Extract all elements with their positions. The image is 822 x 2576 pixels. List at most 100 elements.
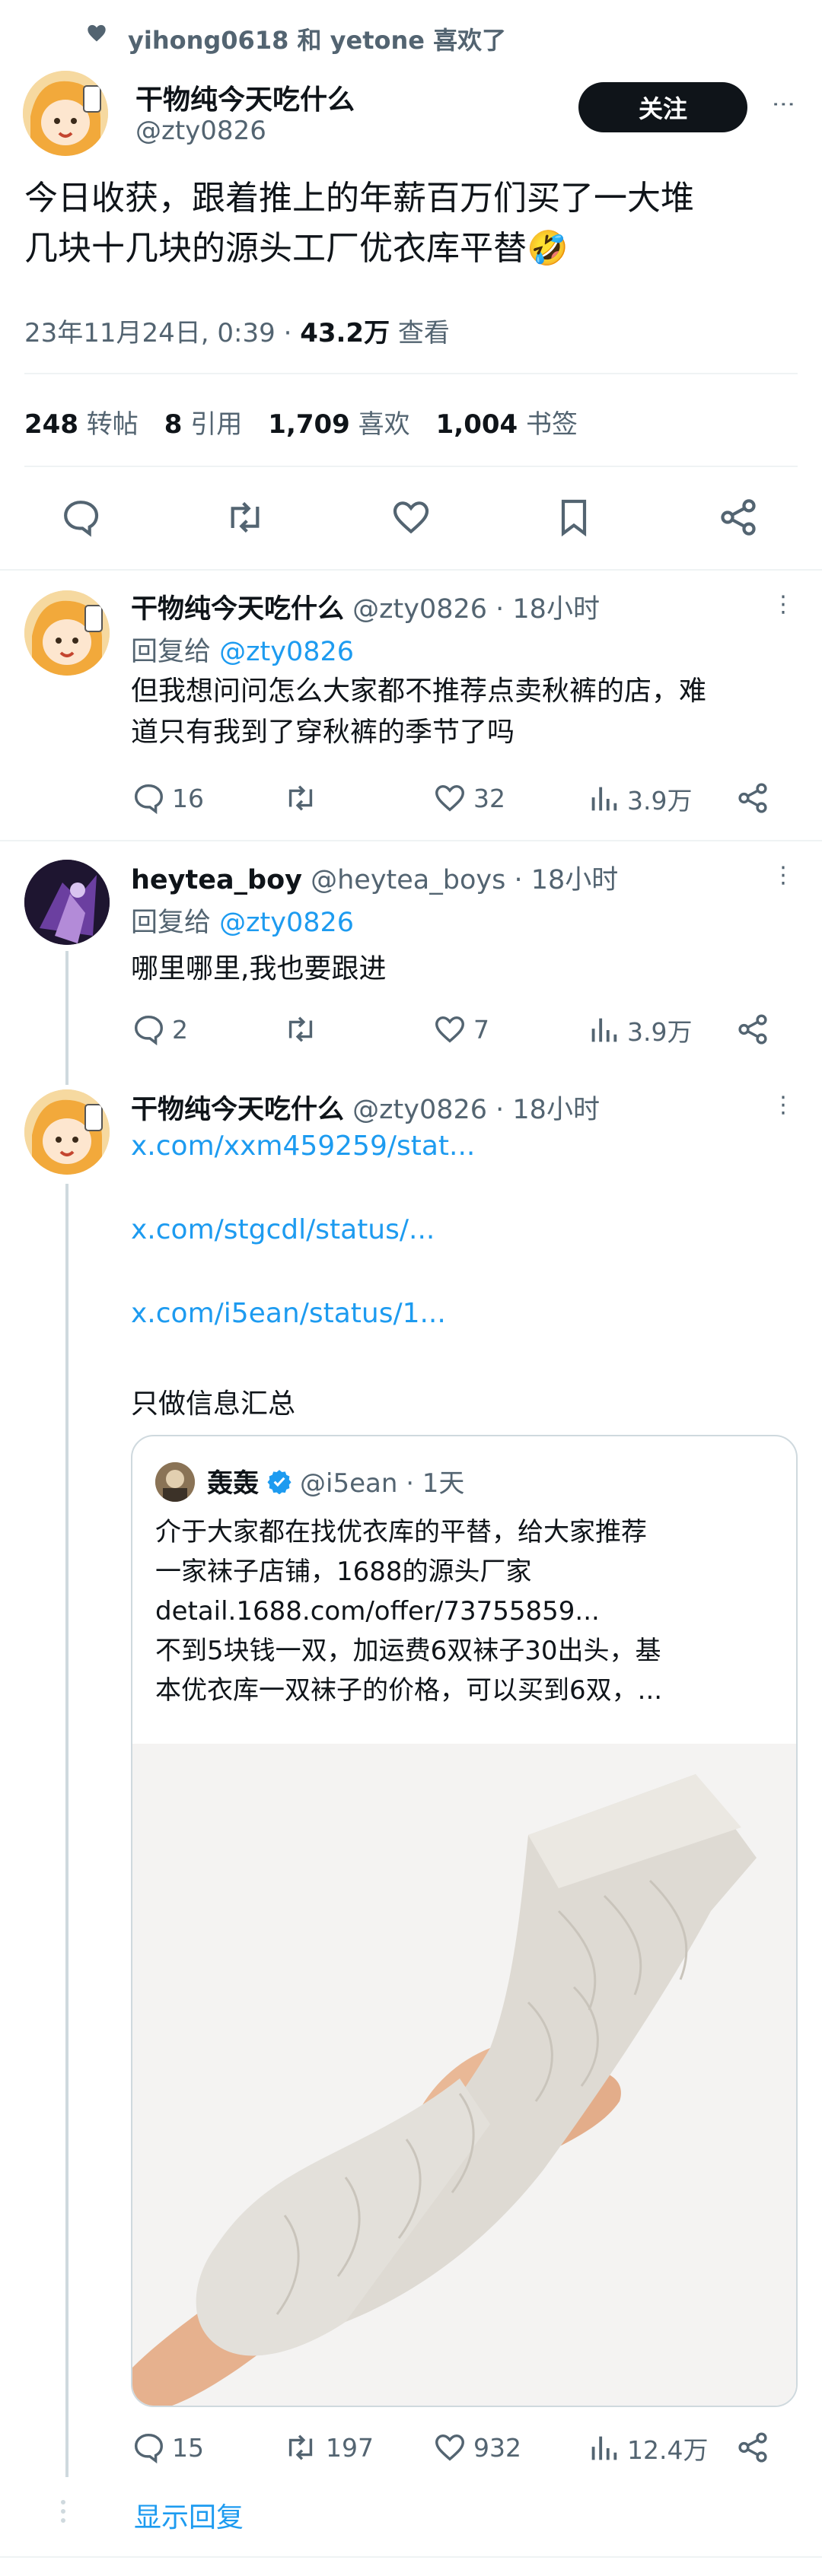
thread-dots [61, 2500, 65, 2523]
views-action[interactable]: 3.9万 [586, 1012, 692, 1048]
tweet-text-line: 今日收获，跟着推上的年薪百万们买了一大堆 [24, 179, 694, 218]
share-icon[interactable] [735, 781, 770, 816]
retweet-icon [288, 785, 313, 811]
bookmark-stat[interactable]: 1,004 书签 [436, 403, 578, 440]
share-icon[interactable] [735, 2430, 770, 2465]
quote-text-line: 介于大家都在找优衣库的平替，给大家推荐 [155, 1517, 647, 1547]
author-handle[interactable]: @zty0826 [135, 116, 266, 146]
verified-badge-icon [267, 1469, 292, 1494]
bookmark-stat-label: 书签 [526, 409, 578, 440]
thread-line [65, 951, 68, 1085]
quote-author-handle: @i5ean · 1天 [300, 1468, 465, 1499]
more-options-icon[interactable]: ⋮ [772, 593, 795, 616]
reply-author-handle[interactable]: @zty0826 · 18小时 [352, 594, 600, 625]
reply-author-name[interactable]: 干物纯今天吃什么 [131, 1095, 344, 1125]
more-options-icon[interactable]: ⋮ [772, 1094, 795, 1117]
quote-text-line: 不到5块钱一双，加运费6双袜子30出头，基 [155, 1636, 661, 1666]
avatar[interactable] [24, 1089, 110, 1175]
reply-to-link[interactable]: @zty0826 [219, 637, 354, 667]
retweet-icon [288, 1016, 313, 1042]
share-icon[interactable] [717, 496, 760, 539]
reply-count: 16 [172, 783, 204, 813]
like-icon [435, 784, 464, 812]
bookmark-icon[interactable] [553, 496, 595, 539]
tweet-date[interactable]: 23年11月24日, 0:39 · [24, 318, 300, 348]
like-icon [435, 2434, 464, 2461]
avatar-image [24, 860, 110, 945]
like-stat-label: 喜欢 [358, 409, 410, 440]
like-icon [435, 1016, 464, 1043]
retweet-icon[interactable] [222, 496, 268, 539]
social-context-text: yihong0618 和 yetone 喜欢了 [128, 26, 507, 55]
sock-photo[interactable] [132, 1744, 798, 2407]
reply-author-name[interactable]: heytea_boy [131, 865, 302, 895]
retweet-stat-num: 248 [24, 409, 78, 440]
avatar-image [155, 1462, 195, 1502]
tweet-text: 今日收获，跟着推上的年薪百万们买了一大堆 几块十几块的源头工厂优衣库平替🤣 [24, 173, 694, 274]
like-count: 32 [473, 783, 505, 813]
more-options-icon[interactable]: ⋮ [772, 864, 795, 887]
retweet-action[interactable]: 197 [282, 2430, 374, 2465]
reply-to-prefix: 回复给 [131, 637, 220, 667]
reply-text: 但我想问问怎么大家都不推荐点卖秋裤的店，难 道只有我到了穿秋裤的季节了吗 [131, 671, 706, 753]
views-action[interactable]: 3.9万 [586, 781, 692, 817]
reply-action[interactable]: 2 [131, 1012, 188, 1047]
quote-avatar[interactable] [155, 1462, 195, 1502]
retweet-count: 197 [326, 2432, 374, 2463]
quote-text: 介于大家都在找优衣库的平替，给大家推荐 一家袜子店铺，1688的源头厂家 det… [155, 1512, 787, 1710]
reply-icon [134, 784, 163, 815]
heart-icon [88, 24, 106, 42]
author-name[interactable]: 干物纯今天吃什么 [135, 78, 355, 117]
like-action[interactable]: 7 [432, 1012, 489, 1047]
reply-to-link[interactable]: @zty0826 [219, 908, 354, 938]
reply-icon [134, 1015, 163, 1046]
avatar[interactable] [23, 71, 108, 156]
social-context: yihong0618 和 yetone 喜欢了 [85, 21, 506, 56]
reply-action[interactable]: 16 [131, 781, 204, 816]
reply-header: heytea_boy @heytea_boys · 18小时 [131, 858, 618, 897]
retweet-stat[interactable]: 248 转帖 [24, 403, 139, 440]
quote-author-name: 轰轰 [207, 1468, 259, 1499]
reply-count: 15 [172, 2432, 204, 2463]
like-stat-num: 1,709 [268, 409, 350, 440]
share-icon[interactable] [735, 1012, 770, 1047]
reply-author-handle[interactable]: @zty0826 · 18小时 [352, 1095, 600, 1125]
reply-author-name[interactable]: 干物纯今天吃什么 [131, 594, 344, 625]
avatar-image [24, 1089, 110, 1175]
reply-header: 干物纯今天吃什么 @zty0826 · 18小时 [131, 587, 600, 626]
reply-icon[interactable] [59, 496, 102, 539]
quote-tweet-card[interactable]: 轰轰 @i5ean · 1天 介于大家都在找优衣库的平替，给大家推荐 一家袜子店… [131, 1435, 798, 2407]
like-action[interactable]: 932 [432, 2430, 521, 2465]
reply-to-prefix: 回复给 [131, 908, 220, 938]
follow-button[interactable]: 关注 [578, 82, 747, 132]
quote-header: 轰轰 @i5ean · 1天 [207, 1462, 464, 1499]
avatar[interactable] [24, 590, 110, 676]
views-action[interactable]: 12.4万 [586, 2430, 708, 2466]
reply-action[interactable]: 15 [131, 2430, 204, 2465]
like-action[interactable]: 32 [432, 781, 505, 816]
view-label: 查看 [390, 318, 450, 348]
more-options-icon[interactable]: ⋮ [770, 93, 797, 116]
tweet-link[interactable]: x.com/i5ean/status/1... [131, 1298, 446, 1329]
retweet-action[interactable] [282, 1012, 326, 1047]
reply-author-handle[interactable]: @heytea_boys · 18小时 [311, 865, 618, 895]
retweet-stat-label: 转帖 [86, 409, 139, 440]
tweet-link[interactable]: x.com/stgcdl/status/... [131, 1214, 435, 1245]
reply-text-line: 但我想问问怎么大家都不推荐点卖秋裤的店，难 [131, 676, 707, 707]
bookmark-stat-num: 1,004 [435, 409, 518, 440]
retweet-action[interactable] [282, 781, 326, 816]
view-count: 12.4万 [627, 2435, 709, 2465]
reply-icon [134, 2433, 163, 2464]
retweet-icon [288, 2434, 313, 2460]
analytics-icon [591, 2436, 617, 2460]
show-replies-link[interactable]: 显示回复 [134, 2495, 244, 2535]
like-icon[interactable] [390, 496, 432, 539]
quote-stat[interactable]: 8 引用 [164, 403, 242, 440]
tweet-link[interactable]: x.com/xxm459259/stat... [131, 1131, 475, 1162]
like-count: 932 [473, 2432, 521, 2463]
tweet-text-line: 几块十几块的源头工厂优衣库平替🤣 [24, 229, 569, 268]
avatar[interactable] [24, 860, 110, 945]
like-stat[interactable]: 1,709 喜欢 [268, 403, 409, 440]
tweet-meta: 23年11月24日, 0:39 · 43.2万 查看 [24, 312, 450, 349]
view-count: 3.9万 [627, 786, 693, 816]
